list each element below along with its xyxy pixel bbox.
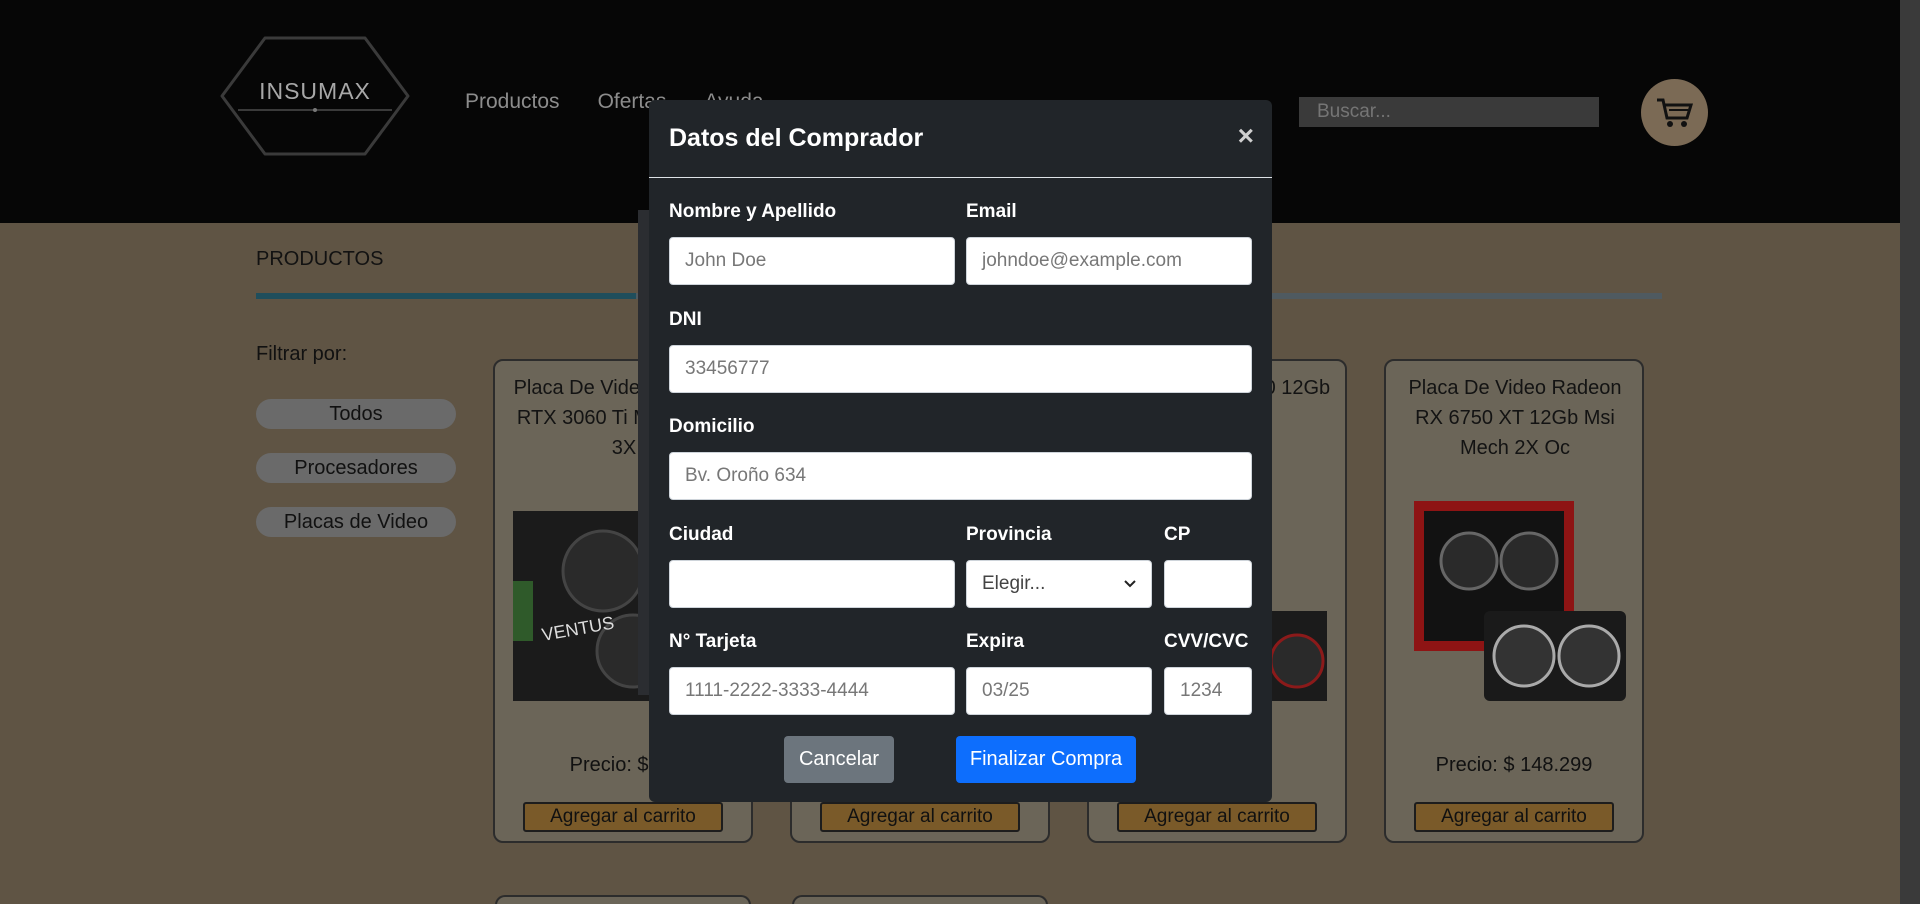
chevron-down-icon: [1124, 580, 1136, 588]
add-to-cart-button[interactable]: Agregar al carrito: [820, 802, 1020, 832]
city-field[interactable]: [669, 560, 955, 608]
cvv-field[interactable]: 1234: [1164, 667, 1252, 715]
cancel-button[interactable]: Cancelar: [784, 736, 894, 783]
buyer-modal: Datos del Comprador × Nombre y Apellido …: [649, 100, 1272, 802]
product-image: [1414, 501, 1626, 701]
expiry-field[interactable]: 03/25: [966, 667, 1152, 715]
address-field[interactable]: Bv. Oroño 634: [669, 452, 1252, 500]
filter-procesadores[interactable]: Procesadores: [256, 453, 456, 483]
card-label: N° Tarjeta: [669, 631, 757, 652]
product-price: Precio: $ 148.299: [1435, 754, 1593, 776]
expiry-label: Expira: [966, 631, 1025, 652]
close-icon[interactable]: ×: [1238, 120, 1254, 152]
search-input[interactable]: [1299, 97, 1599, 127]
address-label: Domicilio: [669, 416, 755, 437]
province-label: Provincia: [966, 524, 1052, 545]
section-title: PRODUCTOS: [256, 248, 384, 270]
cart-icon: [1656, 98, 1693, 127]
filter-placas-de-video[interactable]: Placas de Video: [256, 507, 456, 537]
nav-productos[interactable]: Productos: [465, 90, 560, 114]
email-field[interactable]: johndoe@example.com: [966, 237, 1252, 285]
add-to-cart-button[interactable]: Agregar al carrito: [523, 802, 723, 832]
product-card: Placa De Video Radeon RX 6750 XT 12Gb Ms…: [1384, 359, 1644, 843]
scrollbar[interactable]: [1900, 0, 1920, 904]
card-number-field[interactable]: 1111-2222-3333-4444: [669, 667, 955, 715]
logo-text: INSUMAX: [259, 78, 371, 104]
add-to-cart-button[interactable]: Agregar al carrito: [1117, 802, 1317, 832]
name-field[interactable]: John Doe: [669, 237, 955, 285]
dni-label: DNI: [669, 309, 702, 330]
modal-title: Datos del Comprador: [669, 124, 924, 152]
province-select[interactable]: Elegir...: [966, 560, 1152, 608]
cvv-label: CVV/CVC: [1164, 631, 1249, 652]
email-label: Email: [966, 201, 1017, 222]
product-title: Placa De Video Radeon RX 6750 XT 12Gb Ms…: [1408, 377, 1622, 459]
section-divider-active: [256, 293, 636, 299]
finish-purchase-button[interactable]: Finalizar Compra: [956, 736, 1136, 783]
page: INSUMAX Productos Ofertas Ayuda PRODUCTO…: [0, 0, 1920, 904]
modal-header: Datos del Comprador ×: [649, 100, 1272, 178]
product-card-partial: [495, 895, 751, 904]
dni-field[interactable]: 33456777: [669, 345, 1252, 393]
filter-todos[interactable]: Todos: [256, 399, 456, 429]
name-label: Nombre y Apellido: [669, 201, 837, 222]
zip-label: CP: [1164, 524, 1191, 545]
province-selected-value: Elegir...: [982, 573, 1046, 594]
filter-label: Filtrar por:: [256, 343, 348, 365]
logo[interactable]: INSUMAX: [220, 36, 410, 156]
zip-field[interactable]: [1164, 560, 1252, 608]
cart-button[interactable]: [1641, 79, 1708, 146]
product-card-partial: [792, 895, 1048, 904]
city-label: Ciudad: [669, 524, 734, 545]
add-to-cart-button[interactable]: Agregar al carrito: [1414, 802, 1614, 832]
